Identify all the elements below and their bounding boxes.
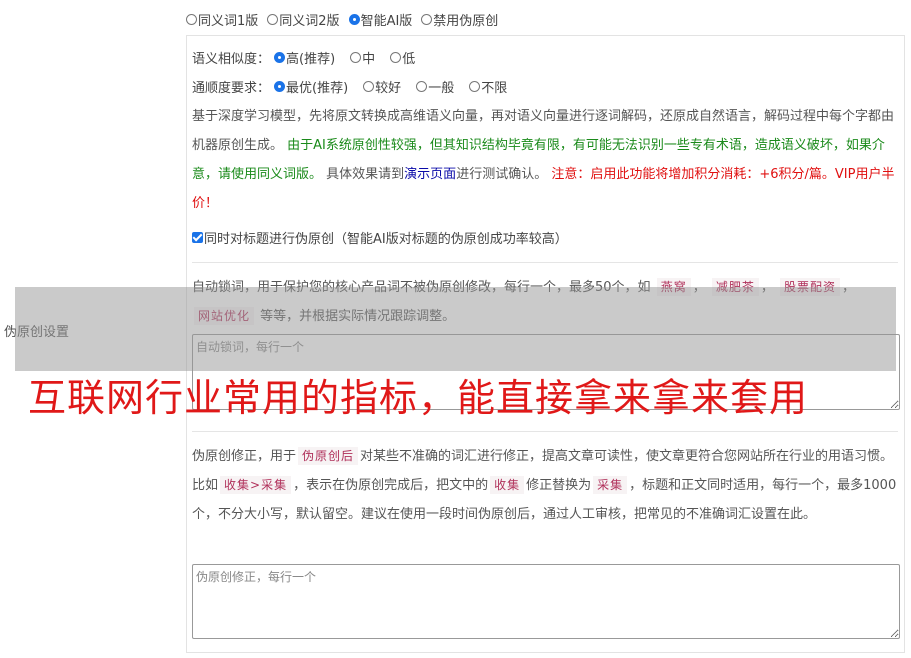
fluency-option-unlimited[interactable]: 不限 <box>469 77 507 96</box>
similarity-row: 语义相似度： 高(推荐) 中 低 <box>192 48 430 67</box>
title-checkbox-row[interactable]: 同时对标题进行伪原创（智能AI版对标题的伪原创成功率较高） <box>192 228 568 247</box>
correction-textarea[interactable] <box>192 564 900 639</box>
example-tag: 采集 <box>593 476 628 494</box>
overlay-caption: 互联网行业常用的指标，能直接拿来拿来套用 <box>28 376 809 420</box>
version-option-synonym2[interactable]: 同义词2版 <box>267 10 340 29</box>
radio-icon[interactable] <box>363 81 375 92</box>
similarity-label: 语义相似度： <box>192 52 271 67</box>
radio-icon[interactable] <box>421 13 433 25</box>
radio-icon[interactable] <box>350 52 362 63</box>
fluency-option-good[interactable]: 较好 <box>363 77 401 96</box>
radio-checked-icon[interactable] <box>348 13 360 25</box>
radio-icon[interactable] <box>469 81 481 92</box>
divider <box>192 262 898 263</box>
similarity-option-high[interactable]: 高(推荐) <box>274 48 335 67</box>
example-tag: 收集 <box>490 476 525 494</box>
radio-icon[interactable] <box>416 81 428 92</box>
radio-checked-icon[interactable] <box>274 81 286 92</box>
divider <box>192 431 898 432</box>
demo-page-link[interactable]: 演示页面 <box>404 167 456 182</box>
ai-description: 基于深度学习模型，先将原文转换成高维语义向量，再对语义向量进行逐词解码，还原成自… <box>192 109 895 211</box>
checkbox-checked-icon[interactable] <box>192 232 203 243</box>
version-option-ai[interactable]: 智能AI版 <box>348 10 412 29</box>
radio-icon[interactable] <box>267 13 279 25</box>
fluency-option-best[interactable]: 最优(推荐) <box>274 77 348 96</box>
title-checkbox-label: 同时对标题进行伪原创（智能AI版对标题的伪原创成功率较高） <box>204 232 568 247</box>
overlay-band <box>15 287 896 371</box>
similarity-option-low[interactable]: 低 <box>390 48 415 67</box>
fluency-option-normal[interactable]: 一般 <box>416 77 454 96</box>
example-tag: 伪原创后 <box>298 447 359 465</box>
radio-icon[interactable] <box>186 13 197 25</box>
example-tag: 收集>采集 <box>220 476 292 494</box>
radio-icon[interactable] <box>390 52 402 63</box>
radio-checked-icon[interactable] <box>274 52 286 63</box>
version-option-disable[interactable]: 禁用伪原创 <box>421 10 498 29</box>
fluency-label: 通顺度要求： <box>192 81 271 96</box>
fluency-row: 通顺度要求： 最优(推荐) 较好 一般 不限 <box>192 77 522 96</box>
version-selector: 同义词1版 同义词2版 智能AI版 禁用伪原创 <box>186 9 507 29</box>
correction-description: 伪原创修正，用于 伪原创后 对某些不准确的词汇进行修正，提高文章可读性，使文章更符合… <box>192 447 897 522</box>
version-option-synonym1[interactable]: 同义词1版 <box>186 10 258 29</box>
similarity-option-medium[interactable]: 中 <box>350 48 375 67</box>
